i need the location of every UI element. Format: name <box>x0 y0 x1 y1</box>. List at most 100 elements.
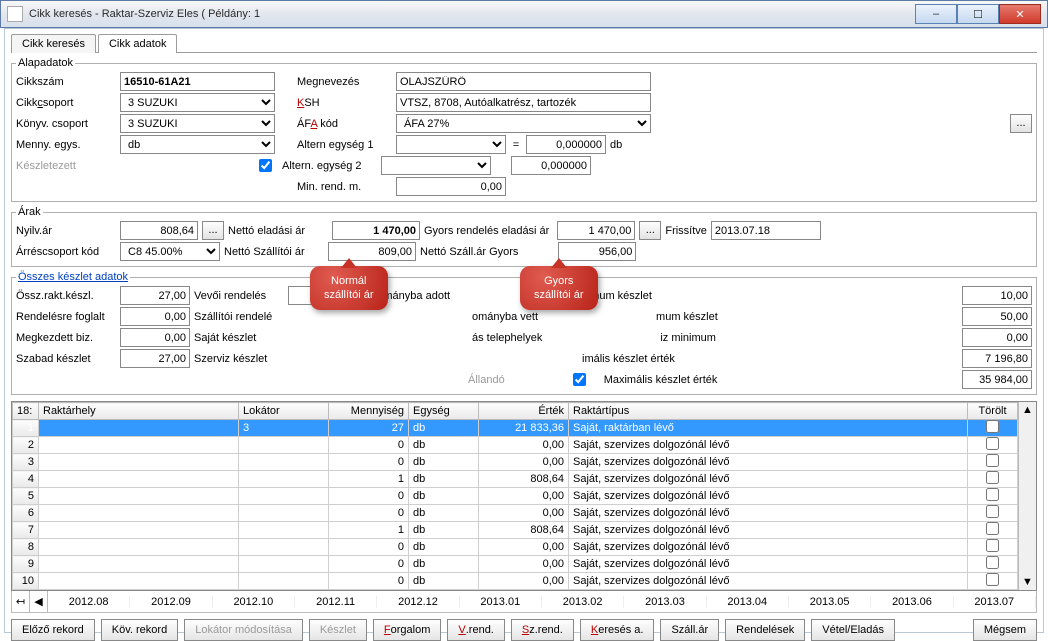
button-szrend[interactable]: Sz.rend. <box>511 619 574 641</box>
table-row[interactable]: 30db0,00Saját, szervizes dolgozónál lévő <box>13 454 1018 471</box>
scroll-up-icon[interactable]: ▲ <box>1022 404 1033 416</box>
input-altern1-val[interactable] <box>526 135 606 154</box>
button-dots-gyors[interactable]: ... <box>639 221 661 240</box>
row-torolt-checkbox[interactable] <box>986 522 999 535</box>
grid[interactable]: 18: Raktárhely Lokátor Mennyiség Egység … <box>12 402 1018 590</box>
select-altern1[interactable] <box>396 135 506 154</box>
input-altern2-val[interactable] <box>511 156 591 175</box>
tab-cikk-kereses[interactable]: Cikk keresés <box>11 34 96 53</box>
timeline-month[interactable]: 2013.04 <box>707 596 789 608</box>
close-button[interactable]: ✕ <box>999 4 1041 24</box>
timeline-month[interactable]: 2012.12 <box>377 596 459 608</box>
col-n[interactable]: 18: <box>13 403 39 420</box>
timeline-month[interactable]: 2013.02 <box>542 596 624 608</box>
label-frissitve: Frissítve <box>665 225 707 237</box>
table-row[interactable]: 41db808,64Saját, szervizes dolgozónál lé… <box>13 471 1018 488</box>
button-szallar[interactable]: Száll.ár <box>660 619 719 641</box>
select-cikkcsoport[interactable]: 3 SUZUKI <box>120 93 275 112</box>
input-megnevezes[interactable] <box>396 72 651 91</box>
button-elozo[interactable]: Előző rekord <box>11 619 95 641</box>
col-lokator[interactable]: Lokátor <box>239 403 329 420</box>
timeline-month[interactable]: 2013.07 <box>954 596 1036 608</box>
callout-gyors-szallitoi: Gyors szállítói ár <box>520 266 598 310</box>
button-keresesa[interactable]: Keresés a. <box>580 619 655 641</box>
timeline-month[interactable]: 2013.03 <box>624 596 706 608</box>
maximize-button[interactable]: ☐ <box>957 4 999 24</box>
legend-alapadatok: Alapadatok <box>16 57 75 69</box>
input-maxertek <box>962 370 1032 389</box>
button-vrend[interactable]: V.rend. <box>447 619 504 641</box>
col-raktartipus[interactable]: Raktártípus <box>569 403 968 420</box>
grid-scrollbar[interactable]: ▲ ▼ <box>1018 402 1036 590</box>
row-torolt-checkbox[interactable] <box>986 437 999 450</box>
button-megsem[interactable]: Mégsem <box>973 619 1037 641</box>
timeline-left-icon[interactable]: ↤ <box>12 591 30 612</box>
input-vizmin <box>962 328 1032 347</box>
row-torolt-checkbox[interactable] <box>986 505 999 518</box>
label-ksh: KSH <box>297 97 392 109</box>
row-torolt-checkbox[interactable] <box>986 539 999 552</box>
tab-cikk-adatok[interactable]: Cikk adatok <box>98 34 177 53</box>
row-torolt-checkbox[interactable] <box>986 488 999 501</box>
button-lokator-modositasa: Lokátor módosítása <box>184 619 303 641</box>
select-konyvcsoport[interactable]: 3 SUZUKI <box>120 114 275 133</box>
col-ertek[interactable]: Érték <box>479 403 569 420</box>
table-row[interactable]: 100db0,00Saját, szervizes dolgozónál lév… <box>13 573 1018 590</box>
table-row[interactable]: 80db0,00Saját, szervizes dolgozónál lévő <box>13 539 1018 556</box>
titlebar: Cikk keresés - Raktar-Szerviz Eles ( Pél… <box>0 0 1048 28</box>
select-altern2[interactable] <box>381 156 491 175</box>
table-row[interactable]: 20db0,00Saját, szervizes dolgozónál lévő <box>13 437 1018 454</box>
timeline-month[interactable]: 2012.10 <box>213 596 295 608</box>
input-ksh[interactable] <box>396 93 651 112</box>
label-cikkcsoport: Cikkcsoport <box>16 97 116 109</box>
timeline-month[interactable]: 2013.05 <box>789 596 871 608</box>
input-netto-eladasi[interactable] <box>332 221 420 240</box>
col-raktarhely[interactable]: Raktárhely <box>39 403 239 420</box>
table-row[interactable]: 60db0,00Saját, szervizes dolgozónál lévő <box>13 505 1018 522</box>
button-forgalom[interactable]: Forgalom <box>373 619 441 641</box>
input-nyilvar[interactable] <box>120 221 198 240</box>
minimize-button[interactable]: – <box>915 4 957 24</box>
button-dots-1[interactable]: ... <box>1010 114 1032 133</box>
timeline-month[interactable]: 2012.08 <box>48 596 130 608</box>
row-torolt-checkbox[interactable] <box>986 471 999 484</box>
col-torolt[interactable]: Törölt <box>968 403 1018 420</box>
client-area: Cikk keresés Cikk adatok Alapadatok Cikk… <box>4 28 1044 633</box>
row-torolt-checkbox[interactable] <box>986 420 999 433</box>
label-arrescsoport: Árréscsoport kód <box>16 246 116 258</box>
select-mennyegys[interactable]: db <box>120 135 275 154</box>
select-arrescsoport[interactable]: C8 45.00% <box>120 242 220 261</box>
row-torolt-checkbox[interactable] <box>986 556 999 569</box>
button-dots-nyilv[interactable]: ... <box>202 221 224 240</box>
timeline-month[interactable]: 2012.11 <box>295 596 377 608</box>
row-torolt-checkbox[interactable] <box>986 454 999 467</box>
scroll-down-icon[interactable]: ▼ <box>1022 576 1033 588</box>
timeline-month[interactable]: 2013.06 <box>871 596 953 608</box>
input-gyors-eladasi[interactable] <box>557 221 635 240</box>
checkbox-allando[interactable] <box>573 373 586 386</box>
timeline-month[interactable]: 2013.01 <box>460 596 542 608</box>
table-row[interactable]: 71db808,64Saját, szervizes dolgozónál lé… <box>13 522 1018 539</box>
timeline[interactable]: ↤ ◀ 2012.082012.092012.102012.112012.122… <box>11 591 1037 613</box>
col-egyseg[interactable]: Egység <box>409 403 479 420</box>
table-row[interactable]: 90db0,00Saját, szervizes dolgozónál lévő <box>13 556 1018 573</box>
input-netto-szall-gyors[interactable] <box>558 242 636 261</box>
input-cikkszam[interactable] <box>120 72 275 91</box>
button-kovetkezo[interactable]: Köv. rekord <box>101 619 178 641</box>
row-torolt-checkbox[interactable] <box>986 573 999 586</box>
checkbox-keszletezett[interactable] <box>259 159 272 172</box>
button-veteleladas[interactable]: Vétel/Eladás <box>811 619 895 641</box>
select-afakod[interactable]: ÁFA 27% <box>396 114 651 133</box>
button-rendelesek[interactable]: Rendelések <box>725 619 805 641</box>
table-row[interactable]: 50db0,00Saját, szervizes dolgozónál lévő <box>13 488 1018 505</box>
timeline-left2-icon[interactable]: ◀ <box>30 591 48 612</box>
label-gyors-eladasi: Gyors rendelés eladási ár <box>424 225 549 237</box>
label-konyvcsoport: Könyv. csoport <box>16 118 116 130</box>
table-row[interactable]: 1327db21 833,36Saját, raktárban lévő <box>13 420 1018 437</box>
button-keszlet: Készlet <box>309 619 367 641</box>
label-cikkszam: Cikkszám <box>16 76 116 88</box>
col-mennyiseg[interactable]: Mennyiség <box>329 403 409 420</box>
timeline-month[interactable]: 2012.09 <box>130 596 212 608</box>
input-minrend[interactable] <box>396 177 506 196</box>
input-frissitve[interactable] <box>711 221 821 240</box>
